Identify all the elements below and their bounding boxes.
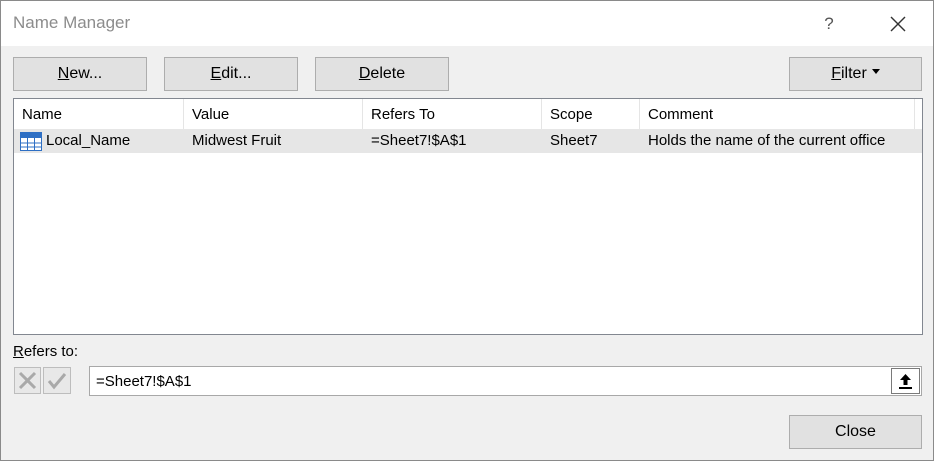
- cell-comment: Holds the name of the current office: [648, 132, 886, 149]
- column-header-refers-to[interactable]: Refers To: [363, 99, 542, 129]
- title-bar: Name Manager ?: [1, 1, 933, 46]
- list-header: Name Value Refers To Scope Comment: [14, 99, 922, 129]
- refers-to-label: Refers to:: [13, 343, 78, 360]
- column-header-value[interactable]: Value: [184, 99, 363, 129]
- checkmark-icon: [47, 373, 67, 390]
- filter-button-key: F: [831, 65, 841, 82]
- table-row[interactable]: Local_Name Midwest Fruit =Sheet7!$A$1 Sh…: [14, 129, 922, 153]
- collapse-arrow-icon: [899, 374, 912, 389]
- refers-to-input[interactable]: [89, 366, 922, 396]
- cancel-edit-button[interactable]: [14, 367, 41, 394]
- new-button[interactable]: New...: [13, 57, 147, 91]
- edit-button-label: dit...: [221, 65, 252, 82]
- refers-to-label-text: efers to:: [23, 343, 79, 360]
- cell-value: Midwest Fruit: [192, 132, 282, 149]
- cell-scope: Sheet7: [550, 132, 598, 149]
- name-manager-dialog: Name Manager ? New... Edit... Delete Fil…: [0, 0, 934, 461]
- edit-button[interactable]: Edit...: [164, 57, 298, 91]
- dropdown-caret-icon: [871, 69, 880, 75]
- cancel-x-icon: [18, 371, 37, 390]
- filter-button-label: ilter: [841, 65, 867, 82]
- filter-button[interactable]: Filter: [789, 57, 922, 91]
- dialog-title: Name Manager: [13, 13, 131, 32]
- column-header-scope[interactable]: Scope: [542, 99, 640, 129]
- column-header-comment[interactable]: Comment: [640, 99, 915, 129]
- help-button[interactable]: ?: [807, 7, 851, 41]
- column-header-name[interactable]: Name: [14, 99, 184, 129]
- delete-button-label: elete: [370, 65, 406, 82]
- close-window-button[interactable]: [873, 7, 923, 41]
- names-list[interactable]: Name Value Refers To Scope Comment Local…: [13, 98, 923, 335]
- cell-name: Local_Name: [46, 132, 131, 149]
- new-button-label: ew...: [69, 65, 103, 82]
- new-button-key: N: [57, 65, 70, 82]
- delete-button[interactable]: Delete: [315, 57, 449, 91]
- refers-to-label-key: R: [13, 343, 24, 360]
- delete-button-key: D: [358, 65, 371, 82]
- edit-button-key: E: [210, 65, 222, 82]
- confirm-edit-button[interactable]: [43, 367, 71, 394]
- cell-refers-to: =Sheet7!$A$1: [371, 132, 467, 149]
- collapse-dialog-button[interactable]: [891, 368, 920, 394]
- close-icon: [890, 16, 906, 32]
- close-button[interactable]: Close: [789, 415, 922, 449]
